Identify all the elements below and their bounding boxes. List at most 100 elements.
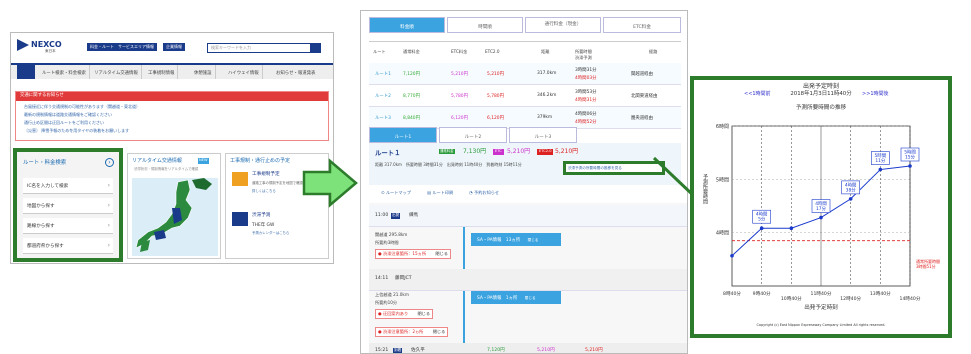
col-jam: 渋滞予測	[575, 55, 592, 60]
row-route[interactable]: ルート1	[375, 71, 391, 77]
alert-line[interactable]: 台風接近に伴う交通規制の可能性があります（関越道・東北道）	[24, 105, 140, 109]
japan-map-icon[interactable]	[132, 178, 218, 256]
row-jam: 4時間52分	[575, 120, 597, 125]
route-table: ルート1 7,120円 5,210円 5,210円 317.0km 3時間31分…	[369, 63, 681, 131]
search-input[interactable]: 検索キーワードを入力	[207, 43, 321, 53]
realtime-card[interactable]: リアルタイム交通情報 NEW 渋滞状況・規制情報をリアルタイムで確認	[127, 153, 221, 259]
row-time: 3時間53分	[575, 90, 597, 95]
route-item-ic[interactable]: IC名を入力して検索 ›	[23, 178, 113, 194]
row-via: 北関東道経由	[631, 94, 658, 99]
nav-highway[interactable]: ハイウェイ情報	[225, 65, 263, 79]
detour-warning[interactable]: ● 迂回案内あり 閉じる	[375, 309, 434, 319]
row-cash: 8,770円	[403, 94, 420, 99]
route-tab-3[interactable]: ルート3	[509, 127, 577, 143]
table-row[interactable]: ルート2 8,770円 5,780円 5,780円 346.2km 3時間53分…	[369, 85, 681, 107]
alert-icon: ●	[378, 329, 382, 334]
row-route[interactable]: ルート2	[375, 93, 391, 99]
series-point	[878, 167, 883, 172]
bell-icon: ◔	[469, 190, 473, 195]
tab-etc[interactable]: ETC料金	[603, 17, 681, 33]
nav-news[interactable]: お知らせ・報道発表	[273, 65, 318, 79]
chevron-right-icon: ›	[107, 182, 110, 189]
route-item-line[interactable]: 路線から探す ›	[23, 218, 113, 234]
nav-btn-1[interactable]: サービスエリア情報	[115, 43, 157, 51]
timeline-stop: 14:11 藤岡JCT	[369, 269, 687, 291]
jam-forecast-popup: 出発予定時刻 2018年1月3日11時40分 <<1時間前 >>1時間後 予測所…	[690, 76, 952, 338]
col-via: 経路	[649, 49, 658, 54]
next-hour-link[interactable]: >>1時間後	[862, 92, 889, 97]
warning-label: 渋滞注意箇所：15ヵ所	[383, 251, 427, 256]
route-map-button[interactable]: ⊙ ルートマップ	[381, 190, 411, 195]
kouji1-link[interactable]: 詳しくはこちら	[252, 189, 276, 193]
bottom-cash: 7,120円	[487, 348, 505, 353]
close-label: 閉じる	[524, 296, 536, 300]
x-tick-label: 9時40分	[753, 290, 771, 297]
row-cash: 7,120円	[403, 72, 420, 77]
alert-line[interactable]: 〔災害〕 降雪予報のため冬用タイヤの装着をお願いします	[24, 129, 129, 133]
kouji2-title[interactable]: 渋滞予測	[252, 213, 270, 219]
route-item-pref[interactable]: 都道府県から探す ›	[23, 238, 113, 254]
nav-rest[interactable]: 休憩施設	[191, 65, 216, 79]
site-logo[interactable]: NEXCO	[31, 41, 62, 49]
site-header: NEXCO 東日本 料金・ルート サービスエリア情報 企業情報 検索キーワードを…	[11, 33, 333, 61]
table-row[interactable]: ルート3 8,840円 6,120円 6,120円 379km 4時間06分 4…	[369, 107, 681, 129]
row-dist: 379km	[537, 115, 553, 120]
alert-line[interactable]: 通行止め区間は迂回ルートをご利用ください	[24, 121, 104, 125]
chevron-right-icon[interactable]: ›	[105, 158, 114, 167]
series-point	[908, 164, 912, 168]
sa-pa-button[interactable]: SA・PA情報 13ヵ所 閉じる	[471, 233, 561, 246]
row-etc: 5,210円	[451, 72, 468, 77]
x-tick-label: 13時40分	[870, 290, 891, 297]
notify-button[interactable]: ◔ 予約お知らせ	[469, 190, 500, 195]
search-icon[interactable]	[310, 44, 320, 52]
route-item-map[interactable]: 地図から探す ›	[23, 198, 113, 214]
home-icon[interactable]	[17, 65, 35, 79]
nav-route[interactable]: ルート検索・料金検索	[39, 65, 90, 79]
stop-time: 14:11	[375, 276, 389, 281]
sa-label: SA・PA情報 1ヵ所	[477, 296, 518, 301]
route-search-title[interactable]: ルート・料金検索	[23, 160, 66, 166]
prev-hour-link[interactable]: <<1時間前	[744, 92, 771, 97]
row-time: 4時間06分	[575, 112, 597, 117]
nav-btn-2[interactable]: 企業情報	[163, 43, 185, 51]
table-row[interactable]: ルート1 7,120円 5,210円 5,210円 317.0km 3時間31分…	[369, 63, 681, 85]
chevron-right-icon: ›	[107, 202, 110, 209]
logo-sub: 東日本	[45, 49, 56, 53]
tab-time[interactable]: 時間順	[447, 17, 523, 33]
route-tab-1[interactable]: ルート1	[369, 127, 437, 143]
kouji-title[interactable]: 工事規制・通行止めの予定	[230, 159, 290, 164]
nav-realtime[interactable]: リアルタイム交通情報	[91, 65, 142, 79]
depart-badge: 出発	[391, 213, 401, 219]
segment-road: 上信越道 21.0km	[375, 292, 409, 297]
close-label: 閉じる	[527, 238, 539, 242]
tab-price[interactable]: 料金順	[369, 17, 445, 33]
alert-line[interactable]: 最新の規制情報は道路交通情報をご確認ください	[24, 113, 112, 117]
stop-name: 藤岡JCT	[395, 276, 412, 281]
kouji1-title[interactable]: 工事規制予定	[252, 172, 280, 178]
tab-cash[interactable]: 通行料金（現金）	[525, 17, 601, 33]
sa-label: SA・PA情報 13ヵ所	[477, 238, 521, 243]
print-button[interactable]: ▤ ルート印刷	[427, 190, 453, 195]
action-label: ルートマップ	[385, 190, 411, 195]
route-tab-2[interactable]: ルート2	[439, 127, 507, 143]
sa-pa-button[interactable]: SA・PA情報 1ヵ所 閉じる	[471, 291, 561, 304]
chart-title: 予測所要時間の推移	[795, 105, 847, 111]
popup-title: 出発予定時刻	[802, 83, 839, 90]
kouji2-link[interactable]: 予測カレンダーはこちら	[252, 231, 289, 235]
data-label: 38分	[846, 186, 857, 193]
jam-warning[interactable]: ● 渋滞注意箇所：2ヵ所 閉じる	[375, 327, 449, 337]
x-axis-label: 出発予定時刻	[804, 305, 838, 311]
nav-kouji[interactable]: 工事規制情報	[145, 65, 179, 79]
y-tick-label: 4時間	[716, 231, 729, 237]
nav-btn-0[interactable]: 料金・ルート	[87, 43, 117, 51]
jam-forecast-icon	[232, 212, 248, 226]
segment-time: 所要約10分	[375, 300, 398, 305]
timeline-stop: 15:21 到着 佐久平 7,120円 5,210円 5,210円	[369, 343, 687, 353]
action-label: 予約お知らせ	[474, 190, 500, 195]
warning-label: 渋滞注意箇所：2ヵ所	[383, 329, 424, 334]
y-axis-label: 予測所要時間	[702, 174, 708, 204]
stop-time: 15:21	[375, 348, 389, 353]
row-route[interactable]: ルート3	[375, 115, 391, 121]
etc-badge: ETC	[493, 149, 504, 155]
jam-warning[interactable]: ● 渋滞注意箇所：15ヵ所 閉じる	[375, 249, 451, 259]
